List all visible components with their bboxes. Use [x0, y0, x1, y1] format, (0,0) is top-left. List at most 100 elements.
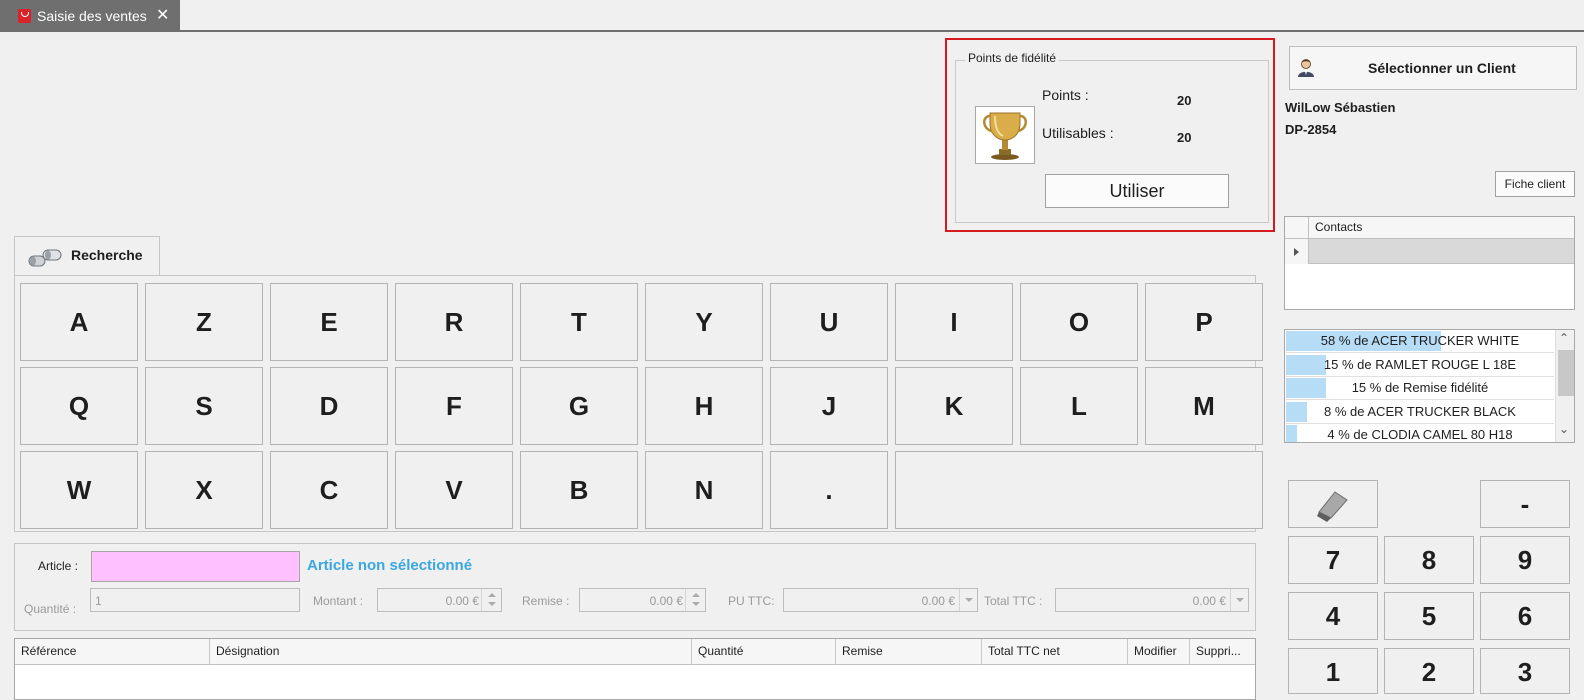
key-y[interactable]: Y [645, 283, 763, 361]
points-label: Points : [1042, 87, 1089, 103]
key-f[interactable]: F [395, 367, 513, 445]
digit-key-4[interactable]: 4 [1288, 592, 1378, 640]
discount-value: 0.00 € [649, 594, 683, 608]
key-a[interactable]: A [20, 283, 138, 361]
amount-stepper[interactable]: 0.00 € [377, 588, 502, 612]
discount-spin-icon[interactable] [685, 589, 705, 611]
column-total[interactable]: Total TTC net [982, 639, 1128, 665]
key-l[interactable]: L [1020, 367, 1138, 445]
key-o[interactable]: O [1020, 283, 1138, 361]
promotion-bar [1286, 401, 1308, 422]
key-m[interactable]: M [1145, 367, 1263, 445]
discount-label: Remise : [522, 594, 570, 608]
promotion-label: 8 % de ACER TRUCKER BLACK [1324, 403, 1516, 419]
scroll-down-icon[interactable]: ⌄ [1559, 422, 1569, 436]
scroll-thumb[interactable] [1558, 350, 1574, 396]
promotion-label: 15 % de RAMLET ROUGE L 18E [1323, 356, 1517, 372]
tab-recherche[interactable]: Recherche [14, 236, 160, 276]
grid-header: Référence Désignation Quantité Remise To… [15, 639, 1255, 665]
key-j[interactable]: J [770, 367, 888, 445]
key-g[interactable]: G [520, 367, 638, 445]
promotion-item[interactable]: 4 % de CLODIA CAMEL 80 H18 [1286, 424, 1554, 442]
client-sheet-button[interactable]: Fiche client [1495, 171, 1575, 197]
quantity-value: 1 [95, 594, 102, 608]
key-p[interactable]: P [1145, 283, 1263, 361]
column-delete[interactable]: Suppri... [1190, 639, 1255, 665]
close-icon[interactable]: ✕ [156, 5, 169, 25]
promotion-item[interactable]: 15 % de RAMLET ROUGE L 18E [1286, 354, 1554, 377]
use-points-button[interactable]: Utiliser [1045, 174, 1229, 208]
article-label: Article : [38, 559, 79, 573]
tab-title: Saisie des ventes [37, 7, 147, 24]
promotion-item[interactable]: 58 % de ACER TRUCKER WHITE [1286, 330, 1554, 353]
promotion-label: 58 % de ACER TRUCKER WHITE [1320, 333, 1520, 348]
search-tab-label: Recherche [71, 247, 143, 263]
key-v[interactable]: V [395, 451, 513, 529]
app-icon [18, 8, 31, 23]
promotion-item[interactable]: 15 % de Remise fidélité [1286, 377, 1554, 400]
digit-key-8[interactable]: 8 [1384, 536, 1474, 584]
promotions-list[interactable]: 58 % de ACER TRUCKER WHITE 15 % de RAMLET… [1284, 329, 1575, 443]
digit-key-1[interactable]: 1 [1288, 648, 1378, 694]
promotion-bar [1286, 425, 1297, 442]
unit-price-field[interactable]: 0.00 € [783, 588, 978, 612]
key-c[interactable]: C [270, 451, 388, 529]
key-i[interactable]: I [895, 283, 1013, 361]
contacts-header: Contacts [1285, 217, 1574, 239]
digit-key-9[interactable]: 9 [1480, 536, 1570, 584]
promotion-label: 15 % de Remise fidélité [1351, 380, 1489, 395]
column-designation[interactable]: Désignation [210, 639, 692, 665]
amount-value: 0.00 € [445, 594, 479, 608]
key-u[interactable]: U [770, 283, 888, 361]
digit-key-5[interactable]: 5 [1384, 592, 1474, 640]
digit-key-6[interactable]: 6 [1480, 592, 1570, 640]
tab-saisie-des-ventes[interactable]: Saisie des ventes ✕ [0, 0, 180, 31]
amount-spin-icon[interactable] [481, 589, 501, 611]
total-field[interactable]: 0.00 € [1055, 588, 1249, 612]
key-h[interactable]: H [645, 367, 763, 445]
key-dot[interactable]: . [770, 451, 888, 529]
key-x[interactable]: X [145, 451, 263, 529]
contacts-row[interactable] [1285, 239, 1574, 264]
key-k[interactable]: K [895, 367, 1013, 445]
usable-label: Utilisables : [1042, 125, 1114, 141]
chevron-down-icon[interactable] [1230, 589, 1248, 611]
digit-key-2[interactable]: 2 [1384, 648, 1474, 694]
row-indicator-icon [1285, 239, 1309, 264]
key-s[interactable]: S [145, 367, 263, 445]
select-client-button[interactable]: Sélectionner un Client [1289, 46, 1577, 90]
key-d[interactable]: D [270, 367, 388, 445]
quantity-field[interactable]: 1 [90, 588, 300, 612]
key-q[interactable]: Q [20, 367, 138, 445]
trophy-icon [975, 106, 1035, 164]
contacts-grid[interactable]: Contacts [1284, 216, 1575, 310]
user-icon [1298, 59, 1314, 77]
chevron-down-icon[interactable] [959, 589, 977, 611]
minus-key[interactable]: - [1480, 480, 1570, 528]
discount-stepper[interactable]: 0.00 € [579, 588, 706, 612]
eraser-button[interactable] [1288, 480, 1378, 528]
column-reference[interactable]: Référence [15, 639, 210, 665]
promotion-item[interactable]: 8 % de ACER TRUCKER BLACK [1286, 401, 1554, 424]
key-b[interactable]: B [520, 451, 638, 529]
key-n[interactable]: N [645, 451, 763, 529]
digit-key-7[interactable]: 7 [1288, 536, 1378, 584]
column-discount[interactable]: Remise [836, 639, 982, 665]
key-w[interactable]: W [20, 451, 138, 529]
scroll-up-icon[interactable]: ⌃ [1559, 331, 1569, 345]
key-z[interactable]: Z [145, 283, 263, 361]
article-input[interactable] [91, 551, 300, 582]
total-value: 0.00 € [1192, 594, 1226, 608]
key-r[interactable]: R [395, 283, 513, 361]
sale-lines-grid[interactable]: Référence Désignation Quantité Remise To… [14, 638, 1256, 700]
digit-key-3[interactable]: 3 [1480, 648, 1570, 694]
unit-price-label: PU TTC: [728, 594, 775, 608]
key-t[interactable]: T [520, 283, 638, 361]
points-value: 20 [1177, 93, 1192, 108]
promotions-scrollbar[interactable]: ⌃ ⌄ [1555, 330, 1574, 442]
column-modify[interactable]: Modifier [1128, 639, 1190, 665]
key-blank[interactable] [895, 451, 1263, 529]
key-e[interactable]: E [270, 283, 388, 361]
column-quantity[interactable]: Quantité [692, 639, 836, 665]
select-client-label: Sélectionner un Client [1368, 60, 1516, 76]
